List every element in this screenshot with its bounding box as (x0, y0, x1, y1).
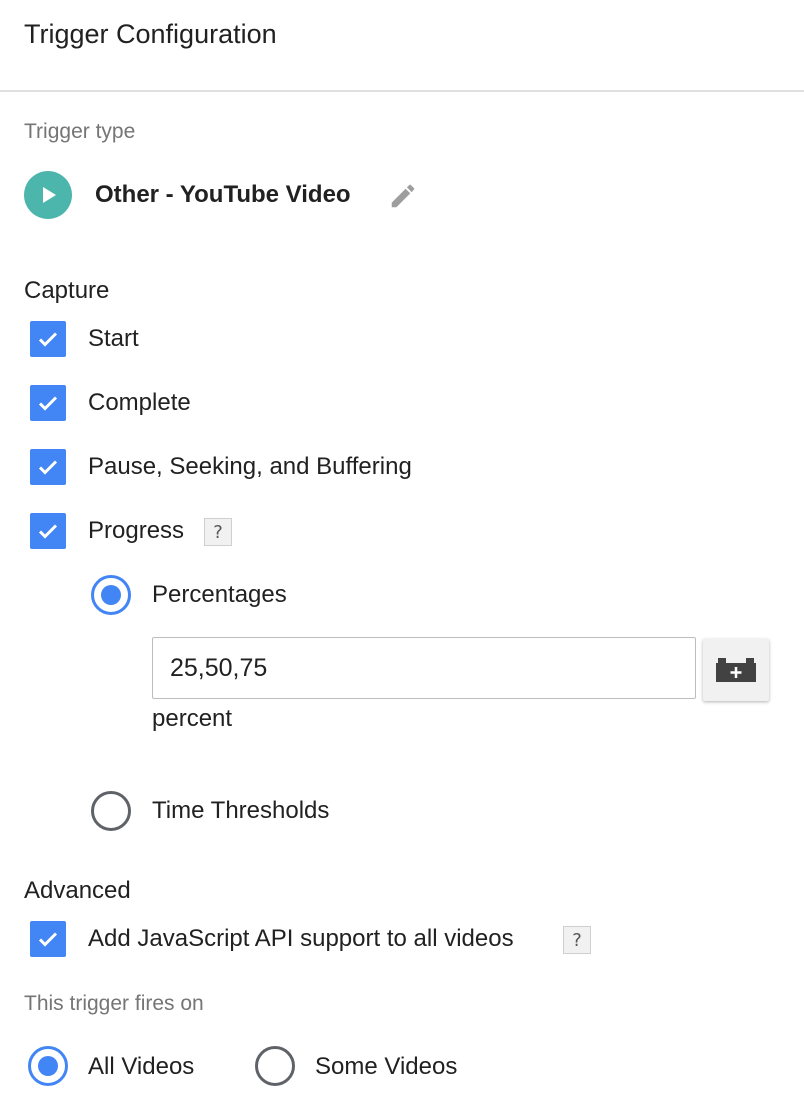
capture-label: Capture (24, 277, 110, 304)
time-thresholds-radio[interactable] (91, 791, 131, 831)
checkmark-icon (38, 932, 58, 947)
time-thresholds-label: Time Thresholds (152, 797, 330, 824)
checkmark-icon (38, 460, 58, 475)
js-api-checkbox[interactable] (30, 921, 66, 957)
all-videos-label: All Videos (88, 1053, 195, 1080)
pause-seeking-buffering-checkbox[interactable] (30, 449, 66, 485)
progress-help-icon[interactable]: ? (204, 518, 232, 546)
page-title: Trigger Configuration (24, 19, 277, 49)
js-api-label: Add JavaScript API support to all videos (88, 925, 514, 952)
pause-seeking-buffering-label: Pause, Seeking, and Buffering (88, 453, 412, 480)
checkmark-icon (38, 332, 58, 347)
advanced-label: Advanced (24, 877, 131, 904)
play-icon (24, 171, 72, 219)
fires-on-label: This trigger fires on (24, 992, 204, 1015)
js-api-help-icon[interactable]: ? (563, 926, 591, 954)
percent-unit-label: percent (152, 705, 233, 732)
start-label: Start (88, 325, 139, 352)
trigger-type-name: Other - YouTube Video (95, 181, 351, 208)
insert-variable-button[interactable] (703, 639, 769, 701)
checkmark-icon (38, 396, 58, 411)
trigger-type-label: Trigger type (24, 120, 136, 143)
percentages-radio[interactable] (91, 575, 131, 615)
start-checkbox[interactable] (30, 321, 66, 357)
some-videos-label: Some Videos (315, 1053, 458, 1080)
variable-block-icon (716, 658, 756, 682)
complete-checkbox[interactable] (30, 385, 66, 421)
progress-checkbox[interactable] (30, 513, 66, 549)
percentages-input[interactable] (152, 637, 696, 699)
pencil-icon[interactable] (388, 181, 418, 211)
complete-label: Complete (88, 389, 191, 416)
checkmark-icon (38, 524, 58, 539)
header-divider (0, 90, 804, 92)
progress-label: Progress (88, 517, 185, 544)
all-videos-radio[interactable] (28, 1046, 68, 1086)
some-videos-radio[interactable] (255, 1046, 295, 1086)
percentages-label: Percentages (152, 581, 287, 608)
